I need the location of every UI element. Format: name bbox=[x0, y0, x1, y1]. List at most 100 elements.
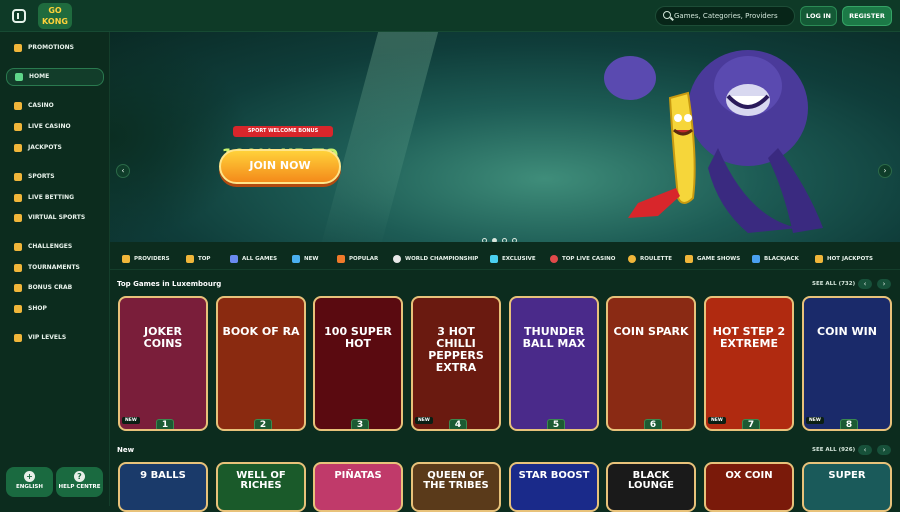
game-card[interactable]: PIÑATAS bbox=[313, 462, 403, 512]
language-button[interactable]: + ENGLISH bbox=[6, 467, 53, 497]
money-bag-icon bbox=[815, 255, 823, 263]
chip-icon bbox=[550, 255, 558, 263]
gokong-logo[interactable]: GO KONG bbox=[38, 3, 72, 29]
category-roulette[interactable]: ROULETTE bbox=[626, 251, 672, 267]
gift-icon bbox=[14, 44, 22, 52]
game-title: WELL OF RICHES bbox=[236, 470, 286, 491]
category-bar: PROVIDERS TOP ALL GAMES NEW POPULAR WORL… bbox=[110, 248, 900, 270]
game-title: 100 SUPER HOT bbox=[324, 325, 392, 350]
game-card[interactable]: QUEEN OF THE TRIBES bbox=[411, 462, 501, 512]
trophy-icon bbox=[14, 243, 22, 251]
rank-badge: 3 bbox=[351, 419, 369, 429]
category-top-live-casino[interactable]: TOP LIVE CASINO bbox=[548, 251, 615, 267]
section-title-top-games: Top Games in Luxembourg bbox=[117, 280, 222, 288]
see-all-new-link[interactable]: SEE ALL (926) bbox=[812, 447, 855, 453]
sidebar-item-sports[interactable]: SPORTS bbox=[6, 168, 104, 186]
new-games-next-button[interactable]: › bbox=[877, 445, 891, 455]
game-card[interactable]: THUNDER BALL MAX 5 bbox=[509, 296, 599, 431]
hero-banner[interactable]: SPORT WELCOME BONUS 100% UP TO €100 JOIN… bbox=[110, 32, 900, 242]
sidebar-item-label: LIVE CASINO bbox=[28, 123, 71, 130]
category-game-shows[interactable]: GAME SHOWS bbox=[683, 251, 740, 267]
top-games-prev-button[interactable]: ‹ bbox=[858, 279, 872, 289]
category-popular[interactable]: POPULAR bbox=[335, 251, 378, 267]
help-centre-button[interactable]: ? HELP CENTRE bbox=[56, 467, 103, 497]
sidebar-item-tournaments[interactable]: TOURNAMENTS bbox=[6, 259, 104, 277]
slide-dot[interactable] bbox=[512, 238, 517, 242]
new-badge: NEW bbox=[122, 417, 140, 424]
slide-dot-active[interactable] bbox=[492, 238, 497, 242]
category-providers[interactable]: PROVIDERS bbox=[120, 251, 170, 267]
rank-badge: 6 bbox=[644, 419, 662, 429]
hero-next-button[interactable]: › bbox=[878, 164, 892, 178]
game-card[interactable]: BLACK LOUNGE bbox=[606, 462, 696, 512]
live-bet-icon bbox=[14, 194, 22, 202]
top-games-next-button[interactable]: › bbox=[877, 279, 891, 289]
category-blackjack[interactable]: BLACKJACK bbox=[750, 251, 799, 267]
slide-dot[interactable] bbox=[482, 238, 487, 242]
game-card[interactable]: 9 BALLS bbox=[118, 462, 208, 512]
game-card[interactable]: COIN WIN NEW 8 bbox=[802, 296, 892, 431]
cards-icon bbox=[752, 255, 760, 263]
game-card[interactable]: 100 SUPER HOT 3 bbox=[313, 296, 403, 431]
search-box[interactable] bbox=[655, 6, 795, 26]
login-button[interactable]: LOG IN bbox=[800, 6, 837, 26]
sidebar-item-bonus-crab[interactable]: BONUS CRAB bbox=[6, 279, 104, 297]
category-world-championship[interactable]: WORLD CHAMPIONSHIP bbox=[391, 251, 478, 267]
search-input[interactable] bbox=[674, 9, 792, 23]
sidebar-item-live-betting[interactable]: LIVE BETTING bbox=[6, 189, 104, 207]
fire-icon bbox=[337, 255, 345, 263]
game-title: 9 BALLS bbox=[140, 470, 186, 481]
game-card[interactable]: JOKER COINS NEW 1 bbox=[118, 296, 208, 431]
slide-dot[interactable] bbox=[502, 238, 507, 242]
game-title: BOOK OF RA bbox=[222, 325, 300, 338]
sidebar-item-vip-levels[interactable]: VIP LEVELS bbox=[6, 329, 104, 347]
game-card[interactable]: SUPER bbox=[802, 462, 892, 512]
category-all-games[interactable]: ALL GAMES bbox=[228, 251, 277, 267]
category-top[interactable]: TOP bbox=[184, 251, 210, 267]
sidebar-item-shop[interactable]: SHOP bbox=[6, 300, 104, 318]
crown-icon bbox=[186, 255, 194, 263]
sidebar-item-label: VIP LEVELS bbox=[28, 334, 67, 341]
sidebar-item-label: PROMOTIONS bbox=[28, 44, 74, 51]
new-badge: NEW bbox=[708, 417, 726, 424]
game-title: BLACK LOUNGE bbox=[627, 470, 675, 491]
sidebar-toggle-icon[interactable] bbox=[12, 9, 26, 23]
join-now-button[interactable]: JOIN NOW bbox=[219, 149, 341, 184]
slide-indicator bbox=[482, 228, 522, 242]
game-card[interactable]: OX COIN bbox=[704, 462, 794, 512]
hero-prev-button[interactable]: ‹ bbox=[116, 164, 130, 178]
register-button[interactable]: REGISTER bbox=[842, 6, 892, 26]
new-badge: NEW bbox=[415, 417, 433, 424]
jackpot-icon bbox=[14, 144, 22, 152]
providers-icon bbox=[122, 255, 130, 263]
sidebar-item-live-casino[interactable]: LIVE CASINO bbox=[6, 118, 104, 136]
category-exclusive[interactable]: EXCLUSIVE bbox=[488, 251, 536, 267]
game-card[interactable]: HOT STEP 2 EXTREME NEW 7 bbox=[704, 296, 794, 431]
promo-badge: SPORT WELCOME BONUS bbox=[233, 126, 333, 137]
new-games-prev-button[interactable]: ‹ bbox=[858, 445, 872, 455]
category-new[interactable]: NEW bbox=[290, 251, 318, 267]
game-card[interactable]: BOOK OF RA 2 bbox=[216, 296, 306, 431]
lightning-icon bbox=[292, 255, 300, 263]
see-all-top-games-link[interactable]: SEE ALL (732) bbox=[812, 281, 855, 287]
game-card[interactable]: STAR BOOST bbox=[509, 462, 599, 512]
game-title: QUEEN OF THE TRIBES bbox=[423, 470, 489, 491]
sidebar-item-promotions[interactable]: PROMOTIONS bbox=[6, 39, 104, 57]
sidebar: PROMOTIONS HOME CASINO LIVE CASINO JACKP… bbox=[0, 32, 110, 506]
game-card[interactable]: WELL OF RICHES bbox=[216, 462, 306, 512]
sidebar-item-casino[interactable]: CASINO bbox=[6, 97, 104, 115]
game-card[interactable]: 3 HOT CHILLI PEPPERS EXTRA NEW 4 bbox=[411, 296, 501, 431]
rank-badge: 1 bbox=[156, 419, 174, 429]
sidebar-item-challenges[interactable]: CHALLENGES bbox=[6, 238, 104, 256]
game-card[interactable]: COIN SPARK 6 bbox=[606, 296, 696, 431]
category-hot-jackpots[interactable]: HOT JACKPOTS bbox=[813, 251, 873, 267]
rank-badge: 2 bbox=[254, 419, 272, 429]
sidebar-item-virtual-sports[interactable]: VIRTUAL SPORTS bbox=[6, 209, 104, 227]
game-title: HOT STEP 2 EXTREME bbox=[712, 325, 786, 350]
sidebar-item-jackpots[interactable]: JACKPOTS bbox=[6, 139, 104, 157]
help-label: HELP CENTRE bbox=[58, 484, 101, 490]
sidebar-item-home[interactable]: HOME bbox=[6, 68, 104, 86]
virtual-icon bbox=[14, 214, 22, 222]
language-label: ENGLISH bbox=[16, 484, 43, 490]
section-title-new: New bbox=[117, 446, 135, 454]
